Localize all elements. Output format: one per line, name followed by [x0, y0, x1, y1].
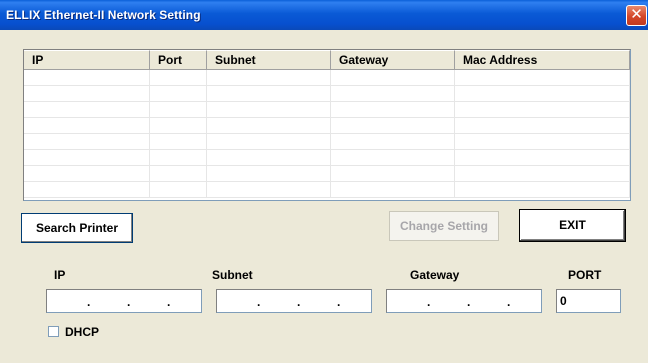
- list-row[interactable]: [24, 118, 630, 134]
- list-cell: [207, 134, 331, 149]
- list-row[interactable]: [24, 150, 630, 166]
- list-cell: [455, 134, 630, 149]
- list-cell: [207, 166, 331, 181]
- subnet-address-field[interactable]: . . .: [216, 289, 372, 313]
- dhcp-checkbox[interactable]: [48, 326, 59, 337]
- list-cell: [207, 70, 331, 85]
- list-cell: [331, 86, 455, 101]
- column-port[interactable]: Port: [150, 50, 207, 70]
- list-row[interactable]: [24, 102, 630, 118]
- list-cell: [207, 102, 331, 117]
- list-row[interactable]: [24, 70, 630, 86]
- port-label: PORT: [568, 268, 602, 282]
- subnet-label: Subnet: [212, 268, 253, 282]
- title-bar[interactable]: ELLIX Ethernet-II Network Setting ✕: [0, 0, 648, 30]
- list-cell: [24, 182, 150, 197]
- list-cell: [24, 102, 150, 117]
- list-cell: [331, 182, 455, 197]
- list-cell: [207, 150, 331, 165]
- change-setting-button[interactable]: Change Setting: [389, 211, 499, 241]
- list-cell: [455, 86, 630, 101]
- gateway-label: Gateway: [410, 268, 460, 282]
- list-cell: [455, 102, 630, 117]
- list-cell: [150, 182, 207, 197]
- list-cell: [331, 150, 455, 165]
- list-cell: [150, 150, 207, 165]
- ip-label: IP: [54, 268, 66, 282]
- list-row[interactable]: [24, 182, 630, 198]
- ip-address-field[interactable]: . . .: [46, 289, 202, 313]
- close-button[interactable]: ✕: [626, 5, 647, 26]
- list-cell: [24, 166, 150, 181]
- list-row[interactable]: [24, 134, 630, 150]
- list-cell: [331, 166, 455, 181]
- exit-button[interactable]: EXIT: [519, 209, 626, 242]
- list-row[interactable]: [24, 166, 630, 182]
- list-cell: [455, 150, 630, 165]
- list-cell: [150, 166, 207, 181]
- list-cell: [207, 86, 331, 101]
- list-cell: [150, 118, 207, 133]
- list-cell: [455, 182, 630, 197]
- list-header: IP Port Subnet Gateway Mac Address: [24, 50, 630, 70]
- list-cell: [331, 134, 455, 149]
- dhcp-label[interactable]: DHCP: [65, 325, 99, 339]
- column-mac-address[interactable]: Mac Address: [455, 50, 630, 70]
- list-cell: [150, 70, 207, 85]
- printer-list[interactable]: IP Port Subnet Gateway Mac Address: [23, 49, 631, 201]
- list-cell: [331, 70, 455, 85]
- list-cell: [24, 150, 150, 165]
- list-cell: [207, 182, 331, 197]
- search-printer-button[interactable]: Search Printer: [21, 213, 133, 243]
- list-cell: [331, 118, 455, 133]
- list-cell: [24, 86, 150, 101]
- subnet-field-dots: . . .: [257, 295, 341, 309]
- list-row[interactable]: [24, 86, 630, 102]
- gateway-field-dots: . . .: [427, 295, 511, 309]
- column-gateway[interactable]: Gateway: [331, 50, 455, 70]
- list-cell: [331, 102, 455, 117]
- window-title: ELLIX Ethernet-II Network Setting: [6, 8, 201, 22]
- network-setting-window: ELLIX Ethernet-II Network Setting ✕ IP P…: [0, 0, 648, 363]
- gateway-address-field[interactable]: . . .: [386, 289, 542, 313]
- ip-field-dots: . . .: [87, 295, 171, 309]
- list-cell: [150, 102, 207, 117]
- list-cell: [24, 118, 150, 133]
- list-cell: [207, 118, 331, 133]
- list-cell: [150, 86, 207, 101]
- column-subnet[interactable]: Subnet: [207, 50, 331, 70]
- list-cell: [455, 118, 630, 133]
- close-icon: ✕: [630, 6, 643, 23]
- list-cell: [24, 134, 150, 149]
- port-field[interactable]: 0: [556, 289, 621, 313]
- list-cell: [150, 134, 207, 149]
- list-cell: [455, 166, 630, 181]
- list-cell: [455, 70, 630, 85]
- column-ip[interactable]: IP: [24, 50, 150, 70]
- list-body: [24, 70, 630, 198]
- list-cell: [24, 70, 150, 85]
